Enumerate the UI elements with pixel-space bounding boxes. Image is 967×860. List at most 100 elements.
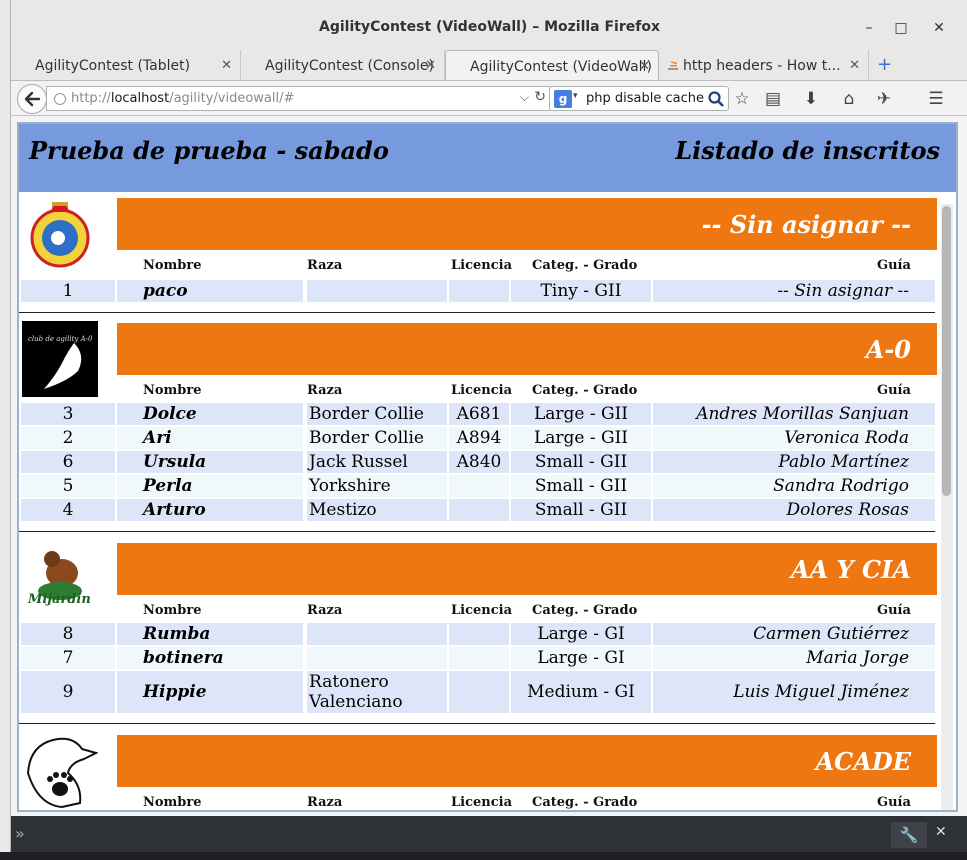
stackoverflow-icon bbox=[668, 61, 678, 70]
cell-licencia: A681 bbox=[449, 403, 509, 425]
col-header-raza: Raza bbox=[307, 383, 343, 398]
cell-raza: Yorkshire bbox=[307, 475, 447, 497]
back-arrow-icon bbox=[24, 91, 41, 107]
close-tab-icon[interactable]: ✕ bbox=[849, 58, 860, 73]
club-section: club de agility A-0 A-0 Nombre Raza Lice… bbox=[19, 319, 939, 539]
cell-categ: Tiny - GII bbox=[511, 280, 651, 302]
col-header-guia: Guía bbox=[877, 383, 911, 398]
cell-raza: Border Collie bbox=[307, 427, 447, 449]
maximize-button[interactable]: □ bbox=[891, 18, 911, 38]
cell-categ: Medium - GI bbox=[511, 671, 651, 713]
download-icon[interactable]: ⬇ bbox=[800, 89, 822, 109]
cell-raza: Border Collie bbox=[307, 403, 447, 425]
col-header-nombre: Nombre bbox=[143, 603, 202, 618]
close-window-button[interactable]: ✕ bbox=[929, 18, 949, 38]
wrench-icon[interactable]: 🔧 bbox=[891, 822, 927, 848]
url-dropdown-icon[interactable]: ⌵ bbox=[520, 90, 529, 105]
svg-text:Mijardin: Mijardin bbox=[27, 592, 91, 607]
bookmark-star-icon[interactable]: ☆ bbox=[731, 89, 753, 109]
cell-licencia bbox=[449, 280, 509, 302]
cell-nombre: Hippie bbox=[117, 671, 303, 713]
cell-raza bbox=[307, 647, 447, 669]
tab-tablet[interactable]: AgilityContest (Tablet) ✕ bbox=[11, 50, 241, 80]
cell-num: 2 bbox=[21, 427, 115, 449]
col-header-nombre: Nombre bbox=[143, 258, 202, 273]
scrollbar[interactable] bbox=[941, 204, 953, 810]
scrollbar-thumb[interactable] bbox=[942, 206, 951, 496]
club-section: ACADE Nombre Raza Licencia Categ. - Grad… bbox=[19, 731, 939, 810]
url-prefix: http:// bbox=[71, 91, 111, 106]
acade-logo-icon bbox=[26, 737, 98, 809]
home-icon[interactable]: ⌂ bbox=[838, 89, 860, 109]
cell-guia: Andres Morillas Sanjuan bbox=[653, 403, 935, 425]
tab-label: AgilityContest (VideoWall) bbox=[470, 59, 652, 75]
page-title: Prueba de prueba - sabado bbox=[29, 136, 389, 165]
search-bar[interactable]: g ▾ php disable cache bbox=[549, 86, 729, 111]
firefox-window: AgilityContest (VideoWall) – Mozilla Fir… bbox=[10, 0, 967, 852]
table-row: 3 Dolce Border Collie A681 Large - GII A… bbox=[21, 403, 937, 425]
cell-licencia bbox=[449, 499, 509, 521]
tab-console[interactable]: AgilityContest (Console) ✕ bbox=[241, 50, 445, 80]
tab-videowall[interactable]: AgilityContest (VideoWall) ✕ bbox=[445, 50, 659, 80]
dog-mascot-logo-icon: Mijardin bbox=[27, 551, 91, 607]
cell-categ: Small - GII bbox=[511, 499, 651, 521]
tab-label: http headers - How t... bbox=[683, 58, 841, 74]
search-icon[interactable] bbox=[707, 90, 725, 108]
cell-nombre: Arturo bbox=[117, 499, 303, 521]
close-tab-icon[interactable]: ✕ bbox=[425, 58, 436, 73]
engine-dropdown-icon[interactable]: ▾ bbox=[573, 91, 578, 101]
reading-list-icon[interactable]: ▤ bbox=[762, 89, 784, 109]
google-engine-icon[interactable]: g bbox=[554, 90, 572, 108]
cell-guia: -- Sin asignar -- bbox=[653, 280, 935, 302]
col-header-nombre: Nombre bbox=[143, 795, 202, 810]
table-row: 1 paco Tiny - GII -- Sin asignar -- bbox=[21, 280, 937, 302]
minimize-button[interactable]: – bbox=[859, 18, 879, 38]
cell-num: 1 bbox=[21, 280, 115, 302]
cell-guia: Pablo Martínez bbox=[653, 451, 935, 473]
expand-chevron-icon[interactable]: » bbox=[15, 824, 25, 843]
cell-nombre: Perla bbox=[117, 475, 303, 497]
tab-label: AgilityContest (Console) bbox=[265, 58, 434, 74]
cell-num: 6 bbox=[21, 451, 115, 473]
tab-http-headers[interactable]: http headers - How t... ✕ bbox=[659, 50, 869, 80]
site-info-icon[interactable] bbox=[54, 93, 66, 105]
col-header-licencia: Licencia bbox=[451, 603, 512, 618]
col-header-nombre: Nombre bbox=[143, 383, 202, 398]
back-button[interactable] bbox=[17, 84, 47, 114]
cell-nombre: Ari bbox=[117, 427, 303, 449]
col-header-categ: Categ. - Grado bbox=[532, 603, 638, 618]
close-tab-icon[interactable]: ✕ bbox=[639, 59, 650, 74]
new-tab-button[interactable]: + bbox=[877, 54, 892, 75]
tab-label: AgilityContest (Tablet) bbox=[35, 58, 191, 74]
cell-guia: Sandra Rodrigo bbox=[653, 475, 935, 497]
table-row: 9 Hippie Ratonero Valenciano Medium - GI… bbox=[21, 671, 937, 713]
cell-raza: Mestizo bbox=[307, 499, 447, 521]
table-row: 6 Ursula Jack Russel A840 Small - GII Pa… bbox=[21, 451, 937, 473]
url-bar[interactable]: http://localhost/agility/videowall/# ⌵ ↻ bbox=[46, 86, 552, 111]
cell-raza: Ratonero Valenciano bbox=[307, 671, 447, 713]
cell-nombre: botinera bbox=[117, 647, 303, 669]
cell-nombre: Ursula bbox=[117, 451, 303, 473]
cell-licencia: A840 bbox=[449, 451, 509, 473]
close-tab-icon[interactable]: ✕ bbox=[221, 58, 232, 73]
club-header-bar: ACADE bbox=[117, 735, 937, 787]
cell-licencia bbox=[449, 475, 509, 497]
reload-icon[interactable]: ↻ bbox=[534, 89, 546, 105]
club-name: -- Sin asignar -- bbox=[701, 210, 911, 239]
cell-num: 7 bbox=[21, 647, 115, 669]
club-header-bar: AA Y CIA bbox=[117, 543, 937, 595]
col-header-guia: Guía bbox=[877, 795, 911, 810]
club-name: A-0 bbox=[865, 335, 911, 364]
club-header-bar: -- Sin asignar -- bbox=[117, 198, 937, 250]
col-header-licencia: Licencia bbox=[451, 795, 512, 810]
col-header-licencia: Licencia bbox=[451, 258, 512, 273]
screen: AgilityContest (VideoWall) – Mozilla Fir… bbox=[0, 0, 967, 860]
table-row: 2 Ari Border Collie A894 Large - GII Ver… bbox=[21, 427, 937, 449]
table-row: 5 Perla Yorkshire Small - GII Sandra Rod… bbox=[21, 475, 937, 497]
cell-licencia: A894 bbox=[449, 427, 509, 449]
close-bar-icon[interactable]: ✕ bbox=[935, 824, 947, 840]
menu-icon[interactable]: ☰ bbox=[925, 89, 947, 109]
logo-text: club de agility A-0 bbox=[28, 335, 93, 343]
cell-raza bbox=[307, 623, 447, 645]
plugin-icon[interactable]: ✈ bbox=[873, 89, 895, 109]
